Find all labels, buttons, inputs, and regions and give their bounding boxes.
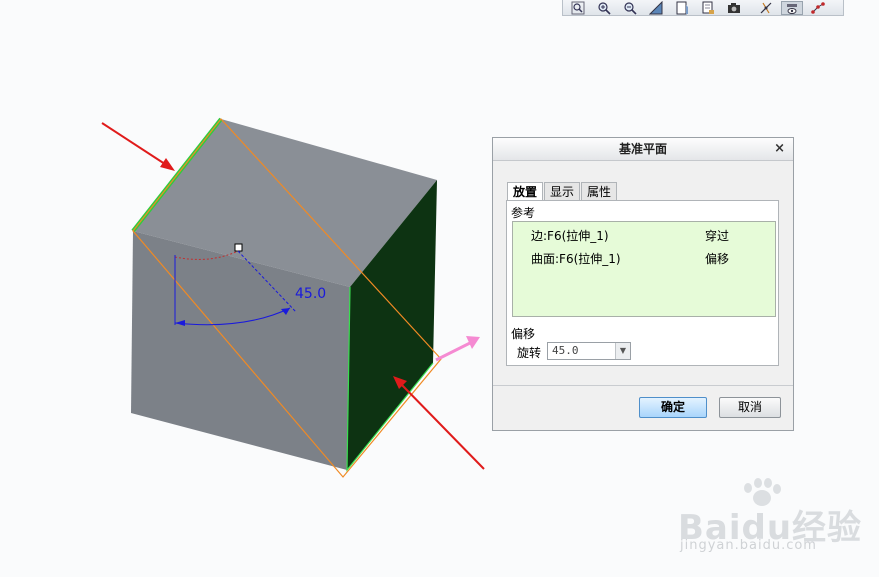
annotation-arrow-dialog — [435, 336, 480, 362]
dialog-tabs: 放置 显示 属性 — [507, 182, 618, 202]
watermark-url: jingyan.baidu.com — [680, 538, 817, 553]
ok-button[interactable]: 确定 — [639, 397, 707, 418]
offset-heading: 偏移 — [511, 327, 536, 341]
watermark: Baidu经验 jingyan.baidu.com — [672, 478, 872, 558]
dimension-drag-handle[interactable] — [234, 243, 243, 252]
reference-name: 曲面:F6(拉伸_1) — [531, 252, 621, 266]
chevron-down-icon[interactable]: ▼ — [615, 343, 630, 359]
tab-properties[interactable]: 属性 — [581, 182, 618, 201]
datum-plane-dialog: 基准平面 × 放置 显示 属性 参考 边:F6(拉伸_1) 穿过 曲面:F6(拉… — [492, 137, 794, 431]
annotation-arrow-surface — [393, 376, 485, 470]
tab-placement[interactable]: 放置 — [507, 182, 544, 202]
reference-constraint[interactable]: 偏移 — [705, 250, 729, 267]
annotation-arrow-edge — [101, 122, 175, 171]
references-list[interactable]: 边:F6(拉伸_1) 穿过 曲面:F6(拉伸_1) 偏移 — [512, 221, 776, 317]
dimension-value[interactable]: 45.0 — [295, 286, 326, 302]
tab-display[interactable]: 显示 — [544, 182, 581, 201]
dialog-title-bar[interactable]: 基准平面 × — [493, 138, 793, 161]
references-heading: 参考 — [511, 206, 536, 220]
cancel-button[interactable]: 取消 — [719, 397, 781, 418]
rotation-value[interactable]: 45.0 — [552, 344, 579, 357]
reference-name: 边:F6(拉伸_1) — [531, 229, 609, 243]
placement-panel: 参考 边:F6(拉伸_1) 穿过 曲面:F6(拉伸_1) 偏移 偏移 旋转 45… — [506, 200, 779, 366]
rotation-input[interactable]: 45.0 ▼ — [547, 342, 631, 360]
dialog-divider — [493, 385, 793, 386]
dialog-title: 基准平面 — [618, 142, 667, 156]
reference-constraint[interactable]: 穿过 — [705, 227, 729, 244]
close-icon[interactable]: × — [774, 138, 785, 160]
rotation-label: 旋转 — [517, 346, 542, 360]
